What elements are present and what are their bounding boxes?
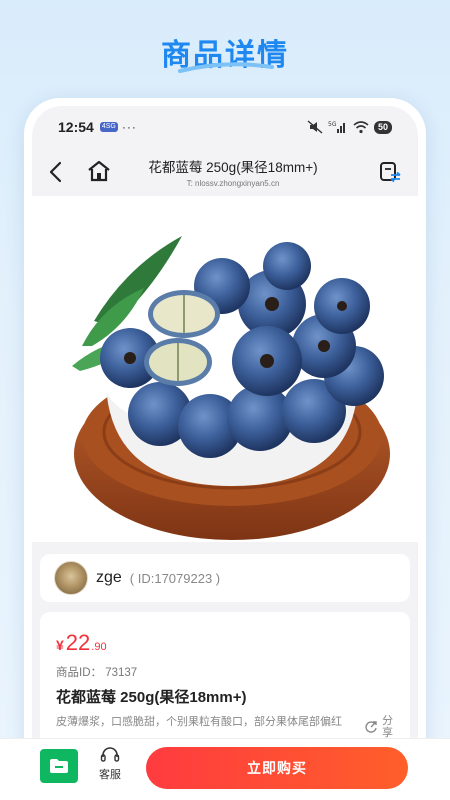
product-image[interactable] bbox=[32, 196, 418, 542]
nav-title-group: 花都蓝莓 250g(果径18mm+) T: nlossv.zhongxinyan… bbox=[128, 156, 338, 188]
signal-icon: 5G bbox=[328, 121, 345, 133]
bottom-action-bar: 客服 立即购买 bbox=[0, 738, 450, 800]
price-row: ¥ 22 .90 bbox=[56, 630, 394, 656]
notification-badge: 4SG bbox=[99, 122, 118, 132]
switch-store-icon[interactable] bbox=[378, 160, 402, 184]
share-label: 分享 bbox=[382, 715, 393, 739]
battery-indicator: 50 bbox=[373, 120, 392, 134]
back-arrow-icon[interactable] bbox=[46, 160, 66, 184]
status-indicators: 5G 50 bbox=[307, 120, 392, 134]
seller-card[interactable]: zge ( ID:17079223 ) bbox=[40, 554, 410, 602]
status-bar: 12:54 4SG ··· 5G 50 bbox=[32, 106, 418, 148]
goods-id: 商品ID： 73137 bbox=[56, 667, 138, 679]
status-time: 12:54 bbox=[58, 119, 94, 135]
seller-id: ( ID:17079223 ) bbox=[129, 570, 221, 586]
price-currency: ¥ bbox=[56, 637, 64, 653]
goods-title: 花都蓝莓 250g(果径18mm+) bbox=[56, 689, 247, 706]
home-icon[interactable] bbox=[86, 159, 112, 183]
customer-service-button[interactable]: 客服 bbox=[92, 747, 128, 782]
heading-swoosh-decoration bbox=[178, 62, 274, 73]
app-screen: 12:54 4SG ··· 5G 50 花都蓝莓 250g(果径18mm+) T… bbox=[32, 106, 418, 800]
svg-text:5G: 5G bbox=[328, 121, 337, 128]
nav-url: T: nlossv.zhongxinyan5.cn bbox=[186, 179, 280, 188]
wifi-icon bbox=[353, 121, 369, 134]
customer-service-label: 客服 bbox=[99, 769, 121, 781]
price-integer: 22 bbox=[65, 630, 91, 655]
headset-icon bbox=[100, 747, 120, 762]
buy-now-button[interactable]: 立即购买 bbox=[146, 747, 408, 789]
shop-folder-button[interactable] bbox=[40, 749, 78, 783]
share-icon bbox=[365, 721, 377, 733]
nav-title: 花都蓝莓 250g(果径18mm+) bbox=[148, 160, 318, 175]
seller-avatar bbox=[54, 561, 88, 595]
blueberry-bowl-illustration bbox=[72, 236, 390, 540]
product-info-card: ¥ 22 .90 商品ID： 73137 花都蓝莓 250g(果径18mm+) … bbox=[40, 612, 410, 752]
goods-description: 皮薄爆浆，口感脆甜，个别果粒有酸口，部分果体尾部偏红 bbox=[56, 716, 342, 728]
description-row: 皮薄爆浆，口感脆甜，个别果粒有酸口，部分果体尾部偏红 分享 bbox=[56, 715, 394, 739]
mute-icon bbox=[307, 120, 323, 134]
phone-frame: 12:54 4SG ··· 5G 50 花都蓝莓 250g(果径18mm+) T… bbox=[24, 98, 426, 800]
more-notifications-icon: ··· bbox=[121, 120, 137, 134]
navigation-bar: 花都蓝莓 250g(果径18mm+) T: nlossv.zhongxinyan… bbox=[32, 148, 418, 196]
seller-name: zge bbox=[96, 569, 122, 586]
share-button[interactable]: 分享 bbox=[364, 715, 394, 739]
price-decimal: .90 bbox=[91, 641, 107, 653]
folder-icon bbox=[50, 759, 68, 773]
